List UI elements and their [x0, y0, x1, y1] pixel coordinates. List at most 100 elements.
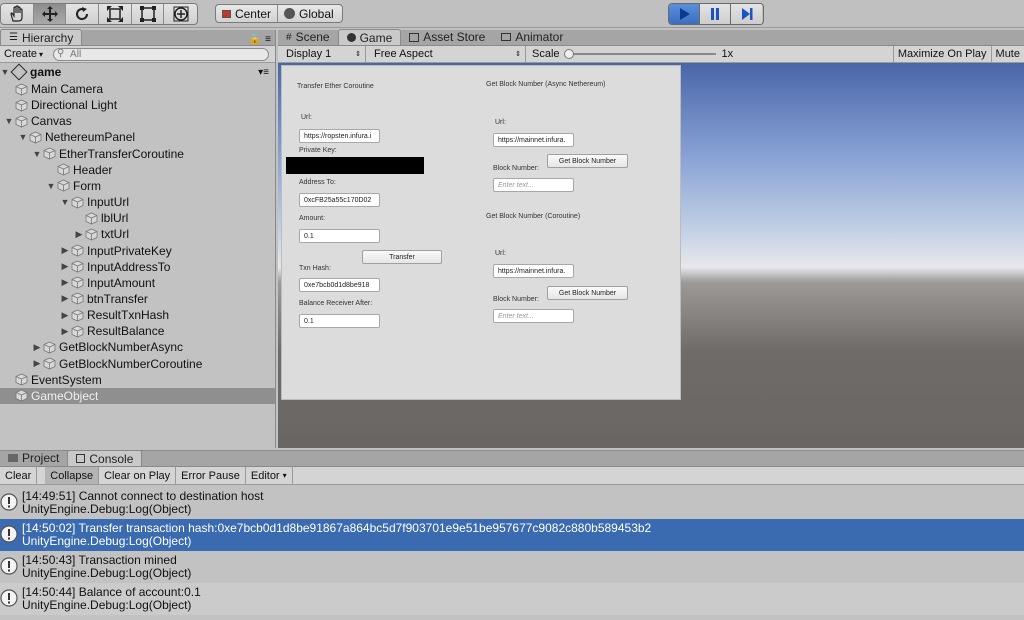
tab-game[interactable]: Game	[337, 29, 402, 45]
async-url-input[interactable]: https://mainnet.infura.	[493, 133, 574, 147]
expand-arrow-icon[interactable]: ▼	[32, 149, 42, 159]
scale-slider-thumb[interactable]	[563, 49, 574, 59]
hierarchy-item-label: InputAddressTo	[87, 259, 171, 274]
console-icon	[76, 454, 86, 463]
scale-slider[interactable]	[563, 49, 716, 59]
tab-scene[interactable]: # Scene	[278, 29, 338, 45]
maximize-on-play-toggle[interactable]: Maximize On Play	[892, 46, 991, 62]
amount-input[interactable]: 0.1	[299, 229, 380, 243]
hierarchy-item[interactable]: ▶ GetBlockNumberAsync	[0, 339, 275, 355]
expand-arrow-icon[interactable]: ▼	[60, 197, 70, 207]
hierarchy-item[interactable]: ▶ ResultTxnHash	[0, 307, 275, 323]
step-button[interactable]	[731, 4, 762, 24]
rect-tool-icon[interactable]	[132, 4, 165, 24]
hierarchy-item[interactable]: GameObject	[0, 387, 275, 404]
hierarchy-item[interactable]: ▶ InputAddressTo	[0, 259, 275, 275]
hierarchy-item[interactable]: ▶ ResultBalance	[0, 323, 275, 339]
hierarchy-item[interactable]: Main Camera	[0, 81, 275, 97]
collapse-arrow-icon[interactable]: ▶	[74, 229, 84, 239]
collapse-arrow-icon[interactable]: ▶	[60, 277, 70, 288]
clear-on-play-toggle[interactable]: Clear on Play	[99, 467, 177, 484]
tab-animator[interactable]: Animator	[493, 29, 571, 45]
move-tool-icon[interactable]	[33, 4, 67, 24]
mute-toggle[interactable]: Mute	[990, 46, 1024, 62]
hierarchy-item[interactable]: ▼ EtherTransferCoroutine	[0, 146, 275, 162]
global-space-button[interactable]: Global	[278, 5, 342, 22]
log-row[interactable]: [14:50:43] Transaction mined UnityEngine.…	[0, 551, 1024, 583]
async-get-block-button[interactable]: Get Block Number	[547, 154, 628, 168]
main-toolbar: Center Global	[0, 0, 1024, 28]
editor-dropdown[interactable]: Editor ▾	[246, 467, 293, 484]
private-key-input[interactable]	[286, 157, 424, 174]
nethereum-panel: Transfer Ether Coroutine Url: https://ro…	[281, 65, 681, 400]
play-button[interactable]	[669, 4, 700, 24]
tab-asset-store[interactable]: Asset Store	[401, 29, 493, 45]
hierarchy-item[interactable]: Directional Light	[0, 97, 275, 113]
coroutine-url-input[interactable]: https://mainnet.infura.	[493, 264, 574, 278]
gameobject-cube-icon	[14, 373, 31, 386]
hand-tool-icon[interactable]	[1, 4, 34, 24]
private-key-label: Private Key:	[299, 147, 337, 154]
log-row[interactable]: [14:49:51] Cannot connect to destination…	[0, 487, 1024, 519]
lock-icon[interactable]: 🔒	[249, 34, 261, 45]
hierarchy-item[interactable]: ▶ InputAmount	[0, 275, 275, 291]
transform-tool-icon[interactable]	[164, 4, 197, 24]
tab-hierarchy[interactable]: ☰ Hierarchy	[0, 29, 83, 45]
collapse-arrow-icon[interactable]: ▶	[60, 245, 70, 256]
scene-menu-icon[interactable]: ▾≡	[258, 67, 269, 78]
coroutine-get-block-button[interactable]: Get Block Number	[547, 286, 628, 300]
panel-menu-icon[interactable]: ≡	[265, 34, 271, 45]
console-toolbar: Clear Collapse Clear on Play Error Pause…	[0, 467, 1024, 485]
rotate-tool-icon[interactable]	[66, 4, 100, 24]
log-row[interactable]: [14:50:02] Transfer transaction hash:0xe…	[0, 519, 1024, 551]
hierarchy-item[interactable]: ▼ NethereumPanel	[0, 129, 275, 145]
hierarchy-item-label: btnTransfer	[87, 291, 148, 306]
hierarchy-search-input[interactable]: ⚲ All	[53, 47, 270, 61]
coroutine-block-input[interactable]: Enter text...	[493, 309, 574, 323]
display-dropdown[interactable]: Display 1 ⇕	[278, 46, 366, 62]
expand-arrow-icon[interactable]: ▼	[0, 67, 10, 77]
hierarchy-item[interactable]: lblUrl	[0, 210, 275, 226]
collapse-arrow-icon[interactable]: ▶	[32, 342, 42, 352]
url-input[interactable]: https://ropsten.infura.i	[299, 129, 380, 143]
collapse-arrow-icon[interactable]: ▶	[60, 293, 70, 304]
hierarchy-subbar: Create ▾ ⚲ All	[0, 46, 275, 63]
hierarchy-item[interactable]: ▼ Form	[0, 178, 275, 194]
hierarchy-item[interactable]: ▼ InputUrl	[0, 194, 275, 210]
balance-label: Balance Receiver After:	[299, 300, 373, 307]
expand-arrow-icon[interactable]: ▼	[4, 116, 14, 126]
gameobject-cube-icon	[84, 212, 101, 225]
async-block-input[interactable]: Enter text...	[493, 178, 574, 192]
collapse-arrow-icon[interactable]: ▶	[32, 358, 42, 369]
collapse-arrow-icon[interactable]: ▶	[60, 261, 70, 272]
scene-root[interactable]: ▼ game ▾≡	[0, 63, 275, 81]
hierarchy-item[interactable]: ▶ InputPrivateKey	[0, 243, 275, 259]
tab-console[interactable]: Console	[67, 450, 143, 466]
pivot-center-button[interactable]: Center	[216, 5, 278, 22]
scale-tool-icon[interactable]	[99, 4, 132, 24]
txn-hash-field[interactable]: 0xe7bcb0d1d8be918	[299, 278, 380, 292]
hierarchy-item[interactable]: ▼ Canvas	[0, 113, 275, 129]
balance-field[interactable]: 0.1	[299, 314, 380, 328]
hierarchy-item[interactable]: ▶ btnTransfer	[0, 291, 275, 307]
collapse-arrow-icon[interactable]: ▶	[60, 326, 70, 336]
transfer-button[interactable]: Transfer	[362, 250, 442, 264]
clear-button[interactable]: Clear	[0, 467, 38, 484]
address-to-input[interactable]: 0xcFB25a55c170D02	[299, 193, 380, 207]
view-tabbar: # Scene Game Asset Store Animator	[278, 29, 1024, 46]
create-dropdown[interactable]: Create ▾	[0, 48, 47, 60]
expand-arrow-icon[interactable]: ▼	[46, 181, 56, 191]
expand-arrow-icon[interactable]: ▼	[18, 132, 28, 142]
aspect-dropdown[interactable]: Free Aspect ⇕	[366, 46, 526, 62]
tab-project[interactable]: Project	[0, 450, 67, 466]
pause-button[interactable]	[700, 4, 731, 24]
log-row[interactable]: [14:50:44] Balance of account:0.1 UnityEn…	[0, 583, 1024, 615]
hierarchy-item[interactable]: EventSystem	[0, 372, 275, 388]
hierarchy-item[interactable]: ▶ GetBlockNumberCoroutine	[0, 356, 275, 372]
collapse-toggle[interactable]: Collapse	[45, 467, 100, 484]
collapse-arrow-icon[interactable]: ▶	[60, 310, 70, 320]
error-pause-toggle[interactable]: Error Pause	[176, 467, 246, 484]
hierarchy-item-label: Header	[73, 162, 113, 177]
hierarchy-item[interactable]: Header	[0, 162, 275, 178]
hierarchy-item[interactable]: ▶ txtUrl	[0, 226, 275, 242]
